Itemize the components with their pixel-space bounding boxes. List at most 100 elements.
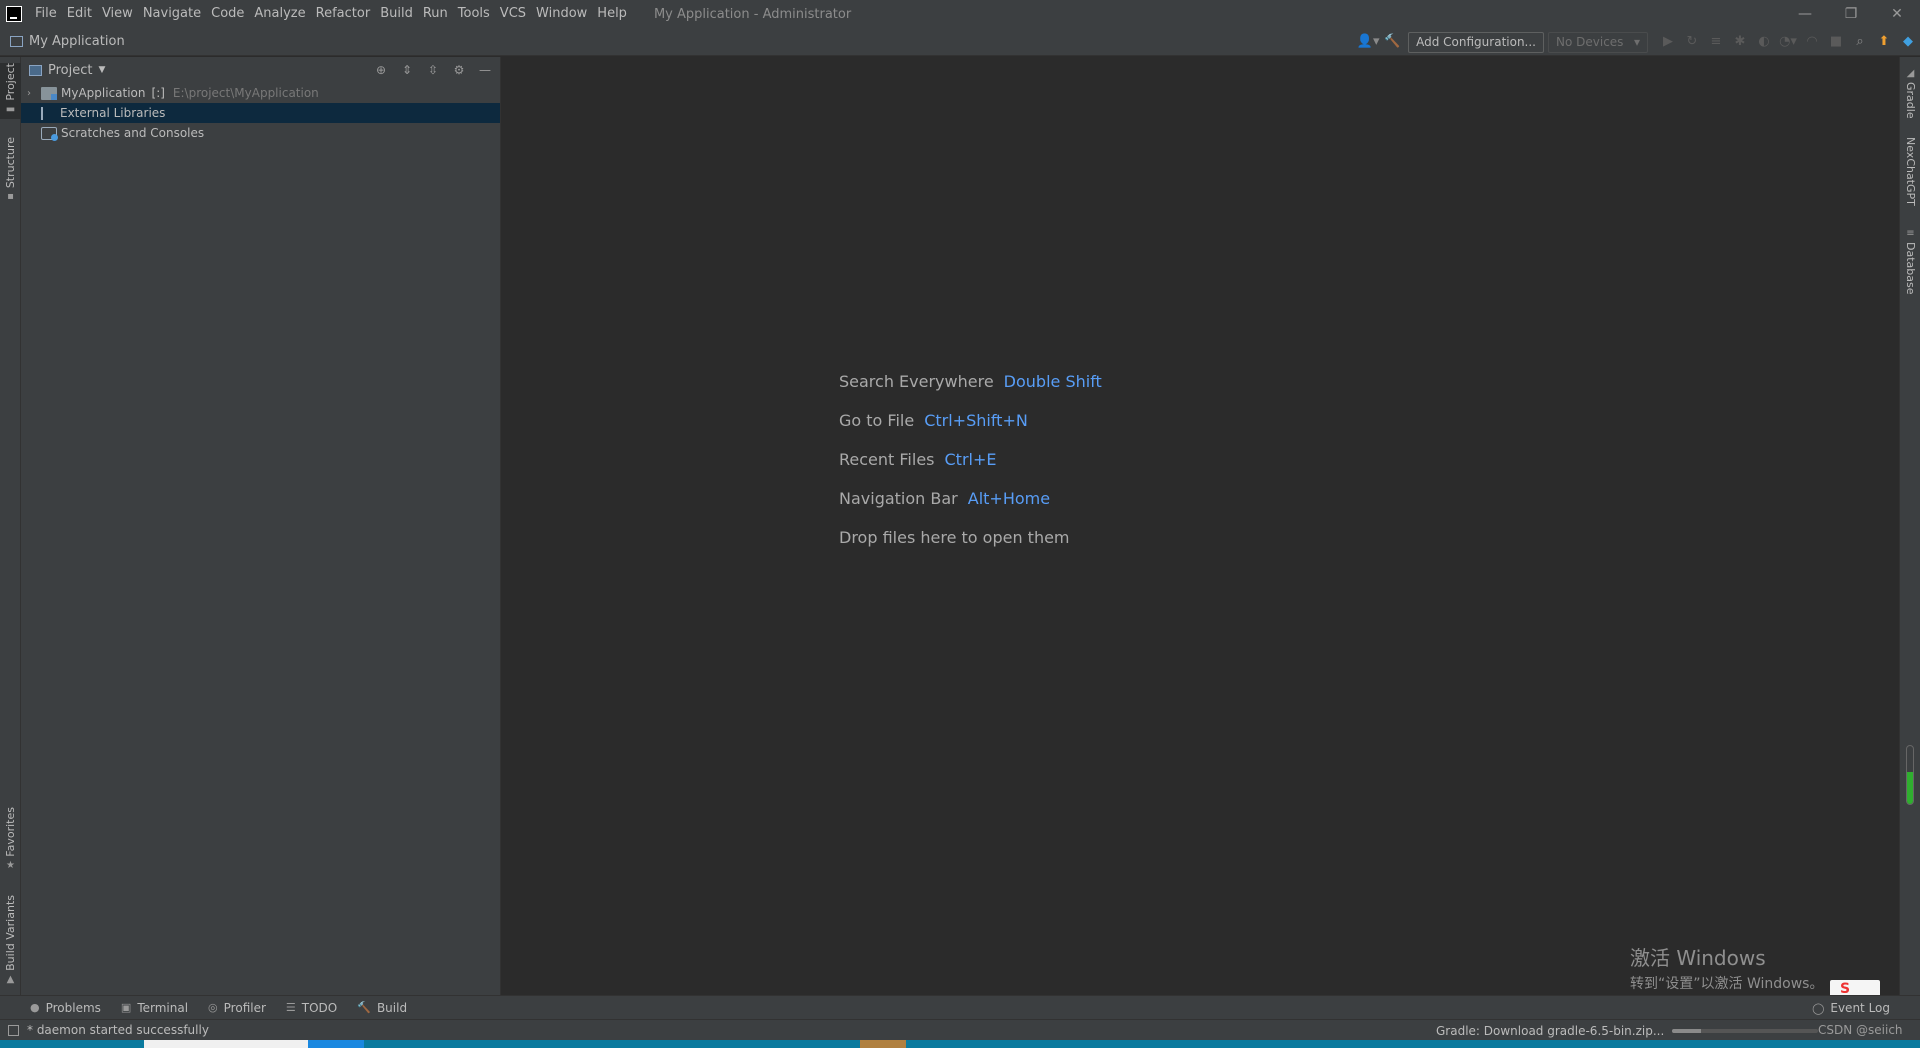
memory-indicator-fill (1907, 772, 1913, 804)
debug-icon[interactable]: ✱ (1728, 30, 1752, 54)
restore-button[interactable]: ❐ (1828, 0, 1874, 28)
menu-navigate[interactable]: Navigate (138, 0, 206, 28)
tree-item-myapplication[interactable]: › MyApplication [:] E:\project\MyApplica… (21, 83, 500, 103)
project-view-selector[interactable]: Project (48, 63, 92, 78)
search-icon[interactable]: ⌕ (1848, 30, 1872, 54)
folder-icon: ▬ (5, 103, 16, 115)
apply-code-changes-icon[interactable]: ≡ (1704, 30, 1728, 54)
chevron-down-icon[interactable]: ▼ (98, 65, 105, 75)
tool-tab-build-variants[interactable]: Build Variants ▲ (0, 895, 21, 990)
hammer-icon: 🔨 (357, 1001, 371, 1014)
update-icon[interactable]: ⬆ (1872, 30, 1896, 54)
menu-vcs[interactable]: VCS (495, 0, 531, 28)
tool-tab-project[interactable]: Project ▬ (0, 63, 21, 119)
attach-debugger-icon[interactable]: ◔▾ (1776, 30, 1800, 54)
locate-file-icon[interactable]: ⊕ (370, 59, 392, 81)
tool-tab-todo[interactable]: ☰ TODO (286, 1001, 337, 1015)
hint-label: Search Everywhere (839, 372, 994, 391)
make-project-hammer-icon[interactable]: 🔨 (1380, 30, 1404, 54)
build-variants-icon: ▲ (6, 973, 15, 985)
menu-file[interactable]: File (30, 0, 62, 28)
background-task[interactable]: Gradle: Download gradle-6.5-bin.zip... (1436, 1020, 1819, 1041)
chevron-right-icon[interactable]: › (27, 88, 41, 99)
editor-empty-area[interactable]: Search Everywhere Double Shift Go to Fil… (502, 57, 1899, 995)
project-tree: › MyApplication [:] E:\project\MyApplica… (21, 83, 500, 143)
tool-tab-database[interactable]: ≡ Database (1900, 225, 1920, 299)
android-studio-logo-icon (6, 6, 22, 22)
chevron-down-icon: ▾ (1633, 34, 1640, 49)
plugin-icon[interactable]: ◆ (1896, 30, 1920, 54)
menu-help[interactable]: Help (592, 0, 632, 28)
run-icon[interactable]: ▶ (1656, 30, 1680, 54)
background-task-label: Gradle: Download gradle-6.5-bin.zip... (1436, 1023, 1665, 1038)
stop-icon[interactable]: ■ (1824, 30, 1848, 54)
apply-changes-icon[interactable]: ↻ (1680, 30, 1704, 54)
tool-tab-label: Profiler (223, 1000, 266, 1015)
main-menu: File Edit View Navigate Code Analyze Ref… (30, 0, 632, 28)
add-configuration-button[interactable]: Add Configuration... (1408, 31, 1544, 53)
toggle-tool-windows-icon[interactable] (8, 1024, 19, 1036)
expand-all-icon[interactable]: ⇕ (396, 59, 418, 81)
hint-shortcut: Ctrl+Shift+N (924, 411, 1028, 430)
coverage-icon[interactable]: ◠ (1800, 30, 1824, 54)
module-folder-icon (41, 86, 57, 100)
breadcrumb-project[interactable]: My Application (29, 34, 125, 49)
device-selector[interactable]: No Devices ▾ (1548, 31, 1648, 53)
menu-refactor[interactable]: Refactor (311, 0, 376, 28)
background-task-progress-fill (1672, 1028, 1702, 1033)
terminal-icon: ▣ (120, 1001, 132, 1014)
project-tool-window: Project ▼ ⊕ ⇕ ⇳ ⚙ — › MyApplication [:] … (21, 57, 501, 995)
tool-tab-profiler[interactable]: ◎ Profiler (208, 1001, 266, 1015)
tool-tab-problems[interactable]: ● Problems (30, 1001, 101, 1015)
title-bar: File Edit View Navigate Code Analyze Ref… (0, 0, 1920, 28)
event-log-tab[interactable]: ◯ Event Log (1812, 996, 1890, 1020)
menu-window[interactable]: Window (531, 0, 592, 28)
collapse-all-icon[interactable]: ⇳ (422, 59, 444, 81)
tool-tab-label: TODO (301, 1000, 338, 1015)
memory-indicator[interactable] (1906, 745, 1914, 805)
close-button[interactable]: ✕ (1874, 0, 1920, 28)
hint-recent-files: Recent Files Ctrl+E (839, 450, 1102, 489)
window-controls: — ❐ ✕ (1782, 0, 1920, 28)
tree-item-scratches[interactable]: › Scratches and Consoles (21, 123, 500, 143)
minimize-button[interactable]: — (1782, 0, 1828, 28)
taskbar-item[interactable] (860, 1040, 906, 1048)
hint-shortcut: Alt+Home (967, 489, 1051, 508)
taskbar-item[interactable] (308, 1040, 364, 1048)
tree-item-path: E:\project\MyApplication (172, 86, 319, 100)
navigation-bar: My Application 👤▾ 🔨 Add Configuration...… (0, 28, 1920, 56)
right-tool-window-strip: ◢ Gradle NexChatGPT ≡ Database (1899, 57, 1920, 995)
taskbar-item[interactable] (144, 1040, 308, 1048)
hint-label: Go to File (839, 411, 915, 430)
tool-tab-gradle[interactable]: ◢ Gradle (1900, 65, 1920, 129)
event-log-label: Event Log (1830, 1001, 1890, 1015)
tool-tab-build-variants-label: Build Variants (4, 895, 17, 971)
menu-tools[interactable]: Tools (453, 0, 495, 28)
gear-icon[interactable]: ⚙ (448, 59, 470, 81)
tool-tab-terminal[interactable]: ▣ Terminal (121, 1001, 188, 1015)
main-toolbar: 👤▾ 🔨 Add Configuration... No Devices ▾ ▶… (1356, 28, 1920, 56)
tree-item-external-libraries[interactable]: › External Libraries (21, 103, 500, 123)
event-log-icon: ◯ (1812, 1001, 1825, 1015)
menu-view[interactable]: View (97, 0, 138, 28)
hide-panel-icon[interactable]: — (474, 59, 496, 81)
menu-code[interactable]: Code (206, 0, 249, 28)
tool-tab-favorites[interactable]: Favorites ★ (0, 807, 21, 877)
hint-go-to-file: Go to File Ctrl+Shift+N (839, 411, 1102, 450)
menu-analyze[interactable]: Analyze (249, 0, 310, 28)
profile-icon[interactable]: ◐ (1752, 30, 1776, 54)
tree-item-label: Scratches and Consoles (61, 126, 205, 140)
menu-run[interactable]: Run (418, 0, 453, 28)
tree-item-label: External Libraries (60, 106, 166, 120)
tool-tab-nexchatgpt-label: NexChatGPT (1904, 137, 1917, 206)
user-account-icon[interactable]: 👤▾ (1356, 30, 1380, 54)
tool-tab-nexchatgpt[interactable]: NexChatGPT (1900, 137, 1920, 217)
profiler-icon: ◎ (208, 1001, 218, 1014)
menu-edit[interactable]: Edit (62, 0, 97, 28)
menu-build[interactable]: Build (375, 0, 418, 28)
status-message[interactable]: * daemon started successfully (27, 1023, 209, 1037)
tool-tab-label: Problems (45, 1000, 101, 1015)
tool-tab-structure[interactable]: Structure ▪ (0, 137, 21, 207)
project-view-icon (29, 64, 42, 76)
tool-tab-build[interactable]: 🔨 Build (357, 1001, 407, 1015)
